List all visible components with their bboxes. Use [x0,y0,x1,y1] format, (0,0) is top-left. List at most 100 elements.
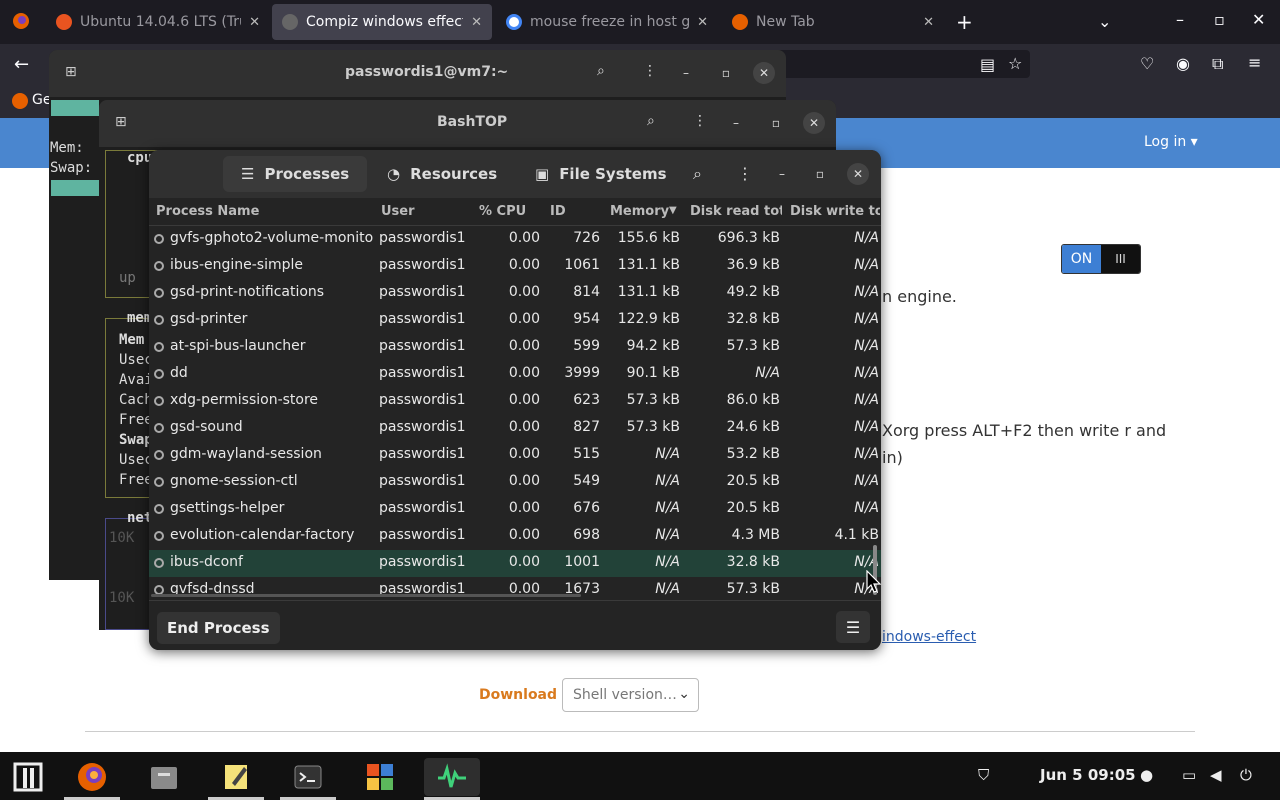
process-row[interactable]: at-spi-bus-launcher passwordis1 0.00 599 94.… [149,334,881,361]
maximize-icon[interactable]: ▫ [715,62,737,84]
bashtop-titlebar[interactable]: ⊞ BashTOP ⌕ ⋮ – ▫ ✕ [99,100,836,147]
column-disk-read[interactable]: Disk read total [690,204,782,219]
process-icon [154,477,164,487]
minimize-icon[interactable]: – [675,62,697,84]
hamburger-menu-icon[interactable]: ≡ [1248,53,1261,72]
cell-memory: N/A [655,473,680,489]
dock-files[interactable] [136,758,192,796]
app-grid-button[interactable] [0,758,56,796]
tab-mouse-freeze[interactable]: mouse freeze in host gn ✕ [496,4,718,40]
process-row[interactable]: evolution-calendar-factory passwordis1 0.0… [149,523,881,550]
column-id[interactable]: ID [550,204,566,219]
dock-text-editor[interactable] [208,758,264,800]
column-cpu[interactable]: % CPU [479,204,526,219]
end-process-button[interactable]: End Process [157,612,280,644]
process-row[interactable]: gsd-sound passwordis1 0.00 827 57.3 kB 24.6 k… [149,415,881,442]
process-row[interactable]: dd passwordis1 0.00 3999 90.1 kB N/A N/A [149,361,881,388]
column-process-name[interactable]: Process Name [156,204,259,219]
close-icon[interactable]: ✕ [847,163,869,185]
search-icon[interactable]: ⌕ [693,164,702,184]
cell-memory: 94.2 kB [626,338,680,354]
firefox-menu-icon[interactable] [12,12,30,34]
cell-process-name: gvfs-gphoto2-volume-monito [170,230,374,246]
horizontal-scrollbar[interactable] [151,594,581,597]
system-monitor-window[interactable]: ☰ Processes ◔ Resources ▣ File Systems ⌕… [149,150,881,650]
close-tab-icon[interactable]: ✕ [923,15,934,30]
column-disk-write[interactable]: Disk write total [790,204,880,219]
menu-dots-icon[interactable]: ⋮ [643,63,657,79]
minimize-window-icon[interactable]: – [1176,10,1184,29]
new-tab-plus-icon[interactable]: + [956,10,973,34]
maximize-icon[interactable]: ▫ [809,163,831,185]
tab-resources[interactable]: ◔ Resources [369,156,515,192]
extension-toggle[interactable]: ON III [1061,244,1141,274]
minimize-icon[interactable]: – [771,163,793,185]
process-row[interactable]: ibus-engine-simple passwordis1 0.00 1061 131… [149,253,881,280]
pocket-icon[interactable]: ♡ [1140,54,1154,73]
tab-ubuntu[interactable]: Ubuntu 14.04.6 LTS (Tru ✕ [46,4,270,40]
mem-stat-line: Usec [119,452,153,468]
notification-dot-icon[interactable]: ● [1140,766,1153,784]
column-memory[interactable]: Memory [610,204,669,219]
shell-version-value: Shell version… [573,687,677,703]
cell-id: 515 [573,446,600,462]
power-icon[interactable]: ⏻ [1240,766,1252,784]
clock[interactable]: Jun 5 09:05 [1040,766,1136,784]
process-list[interactable]: gvfs-gphoto2-volume-monito passwordis1 0.0… [149,226,881,598]
process-row[interactable]: gsettings-helper passwordis1 0.00 676 N/A 20.… [149,496,881,523]
close-tab-icon[interactable]: ✕ [697,15,708,30]
network-icon[interactable]: ▭ [1182,766,1196,784]
system-monitor-headerbar[interactable]: ☰ Processes ◔ Resources ▣ File Systems ⌕… [149,150,881,198]
bashtop-title: BashTOP [437,114,508,130]
dock-terminal[interactable] [280,758,336,800]
reader-view-icon[interactable]: ▤ [980,55,995,74]
process-row[interactable]: xdg-permission-store passwordis1 0.00 623 57… [149,388,881,415]
tab-new-tab[interactable]: New Tab ✕ [722,4,944,40]
process-row[interactable]: gsd-print-notifications passwordis1 0.00 81… [149,280,881,307]
search-icon[interactable]: ⌕ [647,113,655,129]
process-icon [154,396,164,406]
maximize-icon[interactable]: ▫ [765,112,787,134]
dock-firefox[interactable] [64,758,120,800]
cell-memory: 57.3 kB [626,419,680,435]
back-arrow-icon[interactable]: ← [14,54,29,75]
list-tabs-chevron-icon[interactable]: ⌄ [1098,12,1111,31]
login-link[interactable]: Log in ▾ [1144,134,1198,150]
bookmark-star-icon[interactable]: ☆ [1008,54,1022,73]
process-row[interactable]: ibus-dconf passwordis1 0.00 1001 N/A 32.8 kB N… [149,550,881,577]
hamburger-menu-icon[interactable]: ☰ [836,611,870,643]
process-row[interactable]: gnome-session-ctl passwordis1 0.00 549 N/A 20… [149,469,881,496]
close-tab-icon[interactable]: ✕ [471,15,482,30]
menu-dots-icon[interactable]: ⋮ [737,164,753,183]
process-row[interactable]: gvfs-gphoto2-volume-monito passwordis1 0.0… [149,226,881,253]
process-row[interactable]: gdm-wayland-session passwordis1 0.00 515 N/A… [149,442,881,469]
security-shield-icon[interactable]: ⛉ [978,766,989,784]
close-icon[interactable]: ✕ [803,112,825,134]
tab-file-systems[interactable]: ▣ File Systems [517,156,685,192]
volume-icon[interactable]: ◀︎ [1210,766,1222,784]
toggle-on-label: ON [1062,245,1101,273]
new-tab-icon[interactable]: ⊞ [65,64,77,80]
extensions-icon[interactable]: ⧉ [1212,54,1223,74]
close-icon[interactable]: ✕ [753,62,775,84]
cell-id: 623 [573,392,600,408]
search-icon[interactable]: ⌕ [597,63,605,79]
close-tab-icon[interactable]: ✕ [249,15,260,30]
homepage-link[interactable]: indows-effect [882,629,976,645]
terminal-titlebar[interactable]: ⊞ passwordis1@vm7:~ ⌕ ⋮ – ▫ ✕ [49,50,786,97]
maximize-window-icon[interactable]: ▫ [1214,10,1225,29]
cell-user: passwordis1 [379,392,466,408]
process-row[interactable]: gsd-printer passwordis1 0.00 954 122.9 kB 32.… [149,307,881,334]
shell-version-select[interactable]: Shell version… ⌄ [562,678,699,712]
tab-compiz[interactable]: Compiz windows effect ✕ [272,4,492,40]
new-tab-icon[interactable]: ⊞ [115,114,127,130]
minimize-icon[interactable]: – [725,112,747,134]
account-icon[interactable]: ◉ [1176,54,1190,73]
dock-software[interactable] [352,758,408,796]
dock-system-monitor[interactable] [424,758,480,800]
close-window-icon[interactable]: ✕ [1252,10,1265,29]
menu-dots-icon[interactable]: ⋮ [693,113,707,129]
column-user[interactable]: User [381,204,415,219]
cell-user: passwordis1 [379,473,466,489]
tab-processes[interactable]: ☰ Processes [223,156,368,192]
